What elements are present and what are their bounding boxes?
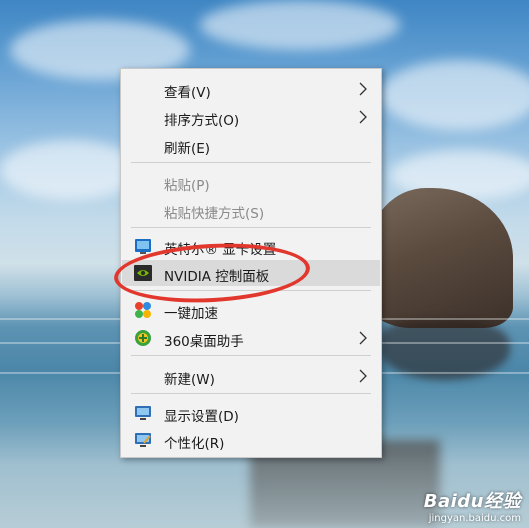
- menu-item-label: 查看(V): [164, 85, 211, 101]
- menu-item-label: 个性化(R): [164, 436, 225, 452]
- menu-item-one-click-speedup[interactable]: 一键加速: [122, 297, 380, 323]
- menu-item-personalize[interactable]: 个性化(R): [122, 427, 380, 453]
- menu-separator: [131, 227, 371, 228]
- menu-item-display-settings[interactable]: 显示设置(D): [122, 400, 380, 426]
- menu-separator: [131, 393, 371, 394]
- cloud: [0, 140, 140, 200]
- menu-item-paste-shortcut: 粘贴快捷方式(S): [122, 197, 380, 223]
- menu-item-label: 排序方式(O): [164, 113, 240, 129]
- display-settings-icon: [135, 406, 151, 420]
- menu-item-sort-by[interactable]: 排序方式(O): [122, 104, 380, 130]
- menu-item-paste: 粘贴(P): [122, 169, 380, 195]
- menu-item-refresh[interactable]: 刷新(E): [122, 132, 380, 158]
- chevron-right-icon: [359, 110, 367, 124]
- watermark-url: jingyan.baidu.com: [428, 513, 521, 524]
- cloud: [380, 60, 529, 130]
- menu-item-label: 粘贴(P): [164, 178, 210, 194]
- rock-base: [380, 320, 510, 380]
- menu-item-new[interactable]: 新建(W): [122, 363, 380, 389]
- intel-graphics-icon: [135, 239, 151, 254]
- chevron-right-icon: [359, 369, 367, 383]
- personalize-icon: [135, 433, 151, 447]
- menu-item-label: 一键加速: [164, 306, 218, 322]
- chevron-right-icon: [359, 82, 367, 96]
- cloud: [200, 0, 400, 50]
- speedup-icon: [135, 302, 151, 318]
- menu-item-360-desktop-assistant[interactable]: 360桌面助手: [122, 325, 380, 351]
- menu-item-label: 粘贴快捷方式(S): [164, 206, 265, 222]
- menu-separator: [131, 355, 371, 356]
- menu-item-label: 360桌面助手: [164, 334, 244, 350]
- sea-rock: [368, 188, 513, 328]
- menu-item-view[interactable]: 查看(V): [122, 76, 380, 102]
- watermark-logo: Baidu经验: [423, 491, 521, 512]
- menu-item-label: 刷新(E): [164, 141, 211, 157]
- menu-item-label: 新建(W): [164, 372, 215, 388]
- 360-assistant-icon: [135, 330, 151, 346]
- menu-separator: [131, 162, 371, 163]
- baidu-jingyan-watermark: Baidu经验 jingyan.baidu.com: [424, 487, 521, 524]
- menu-item-label: 显示设置(D): [164, 409, 239, 425]
- chevron-right-icon: [359, 331, 367, 345]
